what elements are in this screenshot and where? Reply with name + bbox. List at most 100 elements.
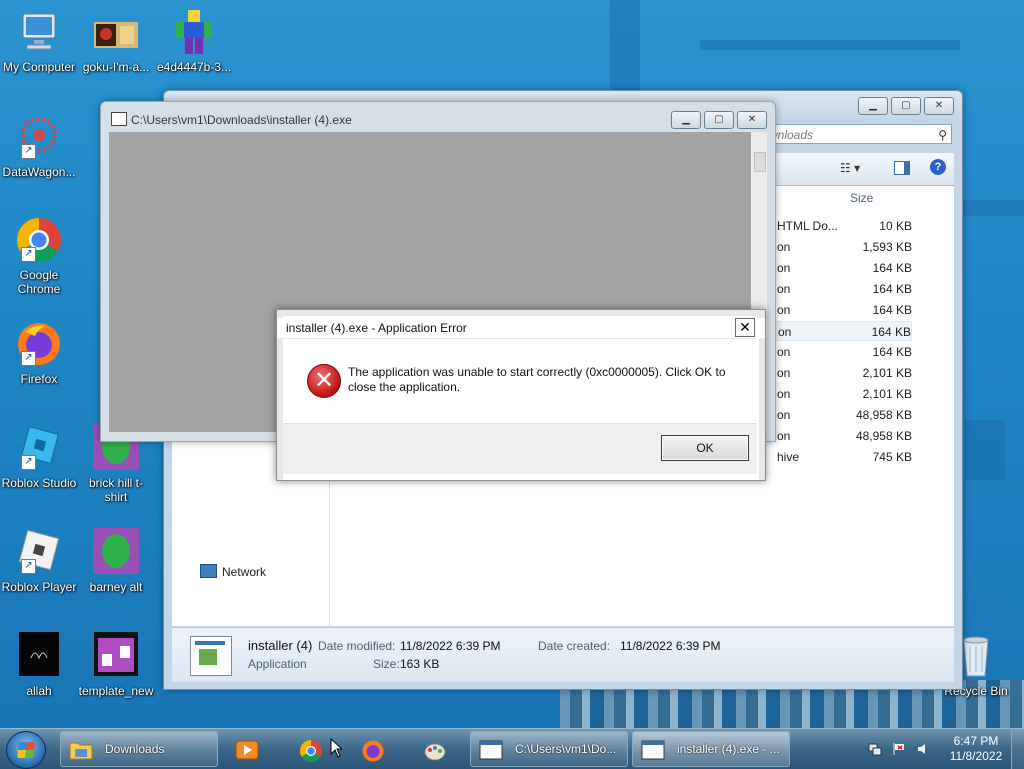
file-row[interactable]: on 48,958 KB [772,426,912,446]
console-icon [479,739,503,760]
file-row[interactable]: on 164 KB [772,300,912,320]
file-row[interactable]: on 2,101 KB [772,363,912,383]
close-button[interactable]: ✕ [737,111,767,129]
file-row[interactable]: on 164 KB [772,258,912,278]
dialog-titlebar[interactable]: installer (4).exe - Application Error ✕ [283,316,757,339]
file-type: on [778,325,792,339]
shortcut-arrow-icon: ↗ [21,559,36,574]
maximize-button[interactable]: ▢ [704,111,734,129]
file-type: on [777,240,791,254]
file-row[interactable]: HTML Do... 10 KB [772,216,912,236]
chrome-icon: ↗ [15,216,63,264]
help-button[interactable]: ? [930,159,946,175]
shortcut-arrow-icon: ↗ [21,455,36,470]
nav-item-network[interactable]: Network [200,564,266,579]
volume-icon[interactable] [916,742,930,756]
desktop-icon-label: barney alt [89,580,143,594]
action-center-flag-icon[interactable] [892,742,906,756]
application-error-dialog[interactable]: installer (4).exe - Application Error ✕ … [276,309,766,481]
file-row[interactable]: on 48,958 KB [772,405,912,425]
column-header-size[interactable]: Size [850,191,873,205]
paint-icon [423,739,446,761]
file-type: hive [777,450,800,464]
preview-pane-icon[interactable] [894,161,910,175]
file-type: on [777,345,791,359]
search-input[interactable]: wnloads ⚲ [764,124,952,144]
taskbar-item-downloads[interactable]: Downloads [60,731,218,767]
taskbar-item-label: installer (4).exe - ... [677,742,780,756]
start-button[interactable] [6,731,46,769]
details-size-label: Size: [373,657,400,671]
desktop-icon-label: Roblox Player [1,580,77,594]
minimize-button[interactable]: ▁ [671,111,701,129]
show-desktop-button[interactable] [1011,729,1024,769]
file-size: 164 KB [872,261,912,275]
file-size: 1,593 KB [862,240,912,254]
image-file-icon [92,528,140,576]
scrollbar-thumb[interactable] [754,152,766,172]
details-created-label: Date created: [538,639,611,653]
taskbar-item-application-error[interactable]: installer (4).exe - ... [632,731,790,767]
shortcut-arrow-icon: ↗ [21,247,36,262]
mouse-cursor-icon [330,738,342,758]
background-stroke [965,420,1005,480]
close-button[interactable]: ✕ [924,97,954,115]
installer-caption-buttons: ▁ ▢ ✕ [671,111,767,129]
notification-area: 6:47 PM 11/8/2022 [860,729,1024,769]
ok-button[interactable]: OK [661,435,749,461]
file-size: 2,101 KB [862,366,912,380]
application-icon [190,636,232,676]
taskbar-item-label: Downloads [105,742,165,756]
file-type: on [777,261,791,275]
file-row[interactable]: on 2,101 KB [772,384,912,404]
network-icon[interactable] [868,742,882,756]
close-button[interactable]: ✕ [735,318,755,337]
image-file-icon [15,632,63,680]
roblox-studio-icon: ↗ [15,424,63,472]
taskbar-firefox[interactable] [352,731,400,767]
desktop-icon-datawagon[interactable]: ↗ DataWagon... [0,113,79,179]
desktop-icon-google-chrome[interactable]: ↗ Google Chrome [0,216,79,296]
taskbar-item-installer-console[interactable]: C:\Users\vm1\Do... [470,731,628,767]
desktop-icon-roblox-studio[interactable]: ↗ Roblox Studio [0,424,79,490]
desktop-icon-barney-alt[interactable]: barney alt [76,528,156,594]
minimize-button[interactable]: ▁ [858,97,888,115]
desktop-icon-label: Google Chrome [17,268,61,296]
file-size: 745 KB [872,450,912,464]
file-row-selected[interactable]: on 164 KB [772,321,912,341]
desktop-icon-template-new[interactable]: template_new [76,632,156,698]
image-file-icon [170,8,218,56]
desktop-icon-my-computer[interactable]: My Computer [0,8,79,74]
desktop-icon-roblox-player[interactable]: ↗ Roblox Player [0,528,79,594]
clock[interactable]: 6:47 PM 11/8/2022 [936,734,1016,764]
file-size: 164 KB [872,345,912,359]
desktop-icon-label: Roblox Studio [1,476,77,490]
file-row[interactable]: on 164 KB [772,342,912,362]
maximize-button[interactable]: ▢ [891,97,921,115]
window-title: C:\Users\vm1\Downloads\installer (4).exe [131,113,352,127]
file-size: 2,101 KB [862,387,912,401]
file-type: on [777,408,791,422]
datawagon-icon: ↗ [15,113,63,161]
dialog-footer: OK [283,423,757,474]
file-size: 164 KB [872,282,912,296]
search-icon[interactable]: ⚲ [938,125,947,145]
desktop-icon-goku[interactable]: goku-I'm-a... [76,8,156,74]
taskbar-media-player[interactable] [226,731,274,767]
file-row[interactable]: hive 745 KB [772,447,912,467]
desktop-icon-label: Firefox [20,372,58,386]
shortcut-arrow-icon: ↗ [21,351,36,366]
desktop-icon-firefox[interactable]: ↗ Firefox [0,320,79,386]
file-type: on [777,429,791,443]
desktop-icon-allah[interactable]: allah [0,632,79,698]
change-view-button[interactable]: ☷ ▾ [840,161,860,175]
desktop-icon-e4d4447b[interactable]: e4d4447b-3... [154,8,234,74]
details-modified-value: 11/8/2022 6:39 PM [400,639,501,653]
roblox-player-icon: ↗ [15,528,63,576]
file-size: 48,958 KB [855,408,912,422]
file-row[interactable]: on 1,593 KB [772,237,912,257]
file-row[interactable]: on 164 KB [772,279,912,299]
details-created-value: 11/8/2022 6:39 PM [620,639,721,653]
error-message: The application was unable to start corr… [348,365,726,394]
taskbar-paint[interactable] [414,731,462,767]
